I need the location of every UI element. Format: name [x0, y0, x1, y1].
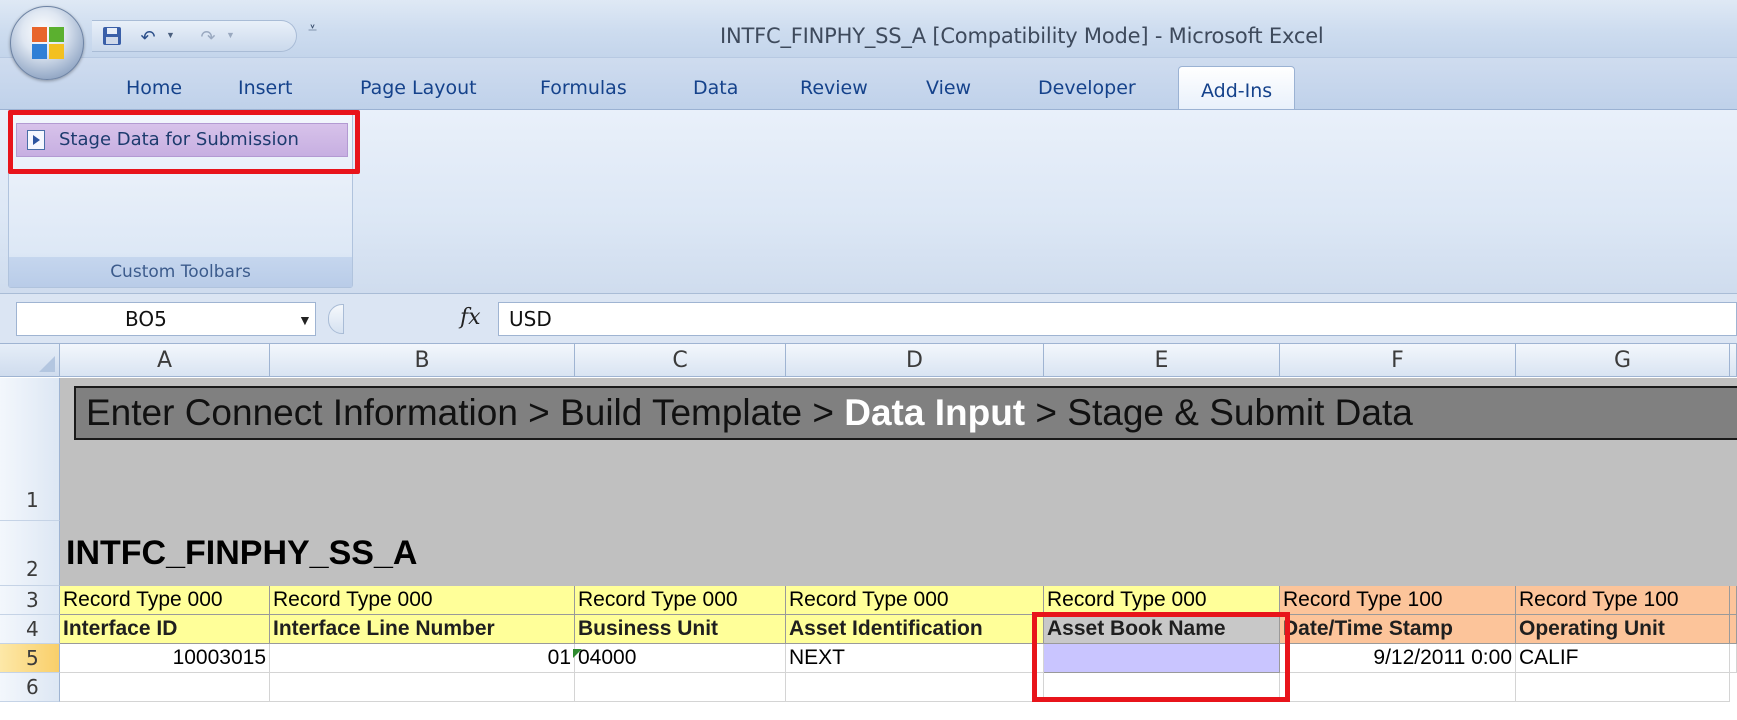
column-header-h[interactable]	[1730, 344, 1737, 377]
cell-a6[interactable]	[60, 673, 270, 702]
row-header-1[interactable]: 1	[0, 378, 60, 521]
cell-f6[interactable]	[1280, 673, 1516, 702]
tab-data[interactable]: Data	[693, 77, 738, 99]
cell-d4[interactable]: Asset Identification	[786, 615, 1044, 644]
cell-c4[interactable]: Business Unit	[575, 615, 786, 644]
highlight-box-stage-button	[8, 110, 360, 174]
tab-formulas[interactable]: Formulas	[540, 77, 627, 99]
cell-b3[interactable]: Record Type 000	[270, 586, 575, 615]
column-header-a[interactable]: A	[60, 344, 270, 377]
formula-input[interactable]: USD	[498, 302, 1737, 336]
column-header-f[interactable]: F	[1280, 344, 1516, 377]
row-header-5[interactable]: 5	[0, 644, 60, 673]
error-indicator-icon	[573, 649, 582, 658]
cell-d5[interactable]: NEXT	[786, 644, 1044, 673]
cell-c3[interactable]: Record Type 000	[575, 586, 786, 615]
cell-g5[interactable]: CALIF	[1516, 644, 1730, 673]
tab-home[interactable]: Home	[126, 77, 182, 99]
row-header-6[interactable]: 6	[0, 673, 60, 702]
tab-insert[interactable]: Insert	[238, 77, 293, 99]
cell-b5[interactable]: 01	[270, 644, 575, 673]
breadcrumb-steps-after: > Stage & Submit Data	[1025, 392, 1413, 433]
column-header-b[interactable]: B	[270, 344, 575, 377]
name-box[interactable]: BO5	[16, 302, 316, 336]
tab-add-ins[interactable]: Add-Ins	[1178, 66, 1296, 110]
insert-function-icon[interactable]: fx	[460, 305, 481, 330]
cell-g3[interactable]: Record Type 100	[1516, 586, 1730, 615]
cell-a4[interactable]: Interface ID	[60, 615, 270, 644]
row-header-2[interactable]: 2	[0, 521, 60, 586]
cell-d6[interactable]	[786, 673, 1044, 702]
redo-icon[interactable]: ↷	[196, 25, 220, 49]
cell-h4[interactable]	[1730, 615, 1737, 644]
cell-a5[interactable]: 10003015	[60, 644, 270, 673]
column-header-g[interactable]: G	[1516, 344, 1730, 377]
cell-g4[interactable]: Operating Unit	[1516, 615, 1730, 644]
row-header-3[interactable]: 3	[0, 586, 60, 615]
column-header-d[interactable]: D	[786, 344, 1044, 377]
cell-f4[interactable]: Date/Time Stamp	[1280, 615, 1516, 644]
column-header-e[interactable]: E	[1044, 344, 1280, 377]
breadcrumb-current-step: Data Input	[844, 392, 1026, 433]
tab-page-layout[interactable]: Page Layout	[360, 77, 477, 99]
cell-h5[interactable]	[1730, 644, 1737, 673]
office-logo-icon	[32, 27, 64, 59]
customize-qat-icon[interactable]: ⩡	[308, 20, 317, 38]
row-header-4[interactable]: 4	[0, 615, 60, 644]
formula-bar-splitter[interactable]	[328, 304, 344, 334]
window-title: INTFC_FINPHY_SS_A [Compatibility Mode] -…	[720, 24, 1324, 48]
undo-icon[interactable]: ↶	[136, 25, 160, 49]
cell-a3[interactable]: Record Type 000	[60, 586, 270, 615]
highlight-box-asset-book-name	[1032, 612, 1290, 702]
spreadsheet-grid: A B C D E F G 1 2 3 4 5 6 Enter Connect …	[0, 344, 1737, 720]
redo-dropdown-icon[interactable]: ▼	[226, 30, 235, 40]
tab-review[interactable]: Review	[800, 77, 868, 99]
cell-h3[interactable]	[1730, 586, 1737, 615]
breadcrumb-steps-before: Enter Connect Information > Build Templa…	[86, 392, 845, 433]
sheet-title: INTFC_FINPHY_SS_A	[66, 534, 418, 572]
cell-e3[interactable]: Record Type 000	[1044, 586, 1280, 615]
cell-g6[interactable]	[1516, 673, 1730, 702]
select-all-corner[interactable]	[0, 344, 60, 377]
tab-view[interactable]: View	[926, 77, 971, 99]
wizard-breadcrumb: Enter Connect Information > Build Templa…	[74, 386, 1737, 440]
save-icon[interactable]	[100, 25, 124, 49]
cell-b4[interactable]: Interface Line Number	[270, 615, 575, 644]
cell-d3[interactable]: Record Type 000	[786, 586, 1044, 615]
cell-b6[interactable]	[270, 673, 575, 702]
tab-developer[interactable]: Developer	[1038, 77, 1136, 99]
quick-access-toolbar: ↶ ▼ ↷ ▼	[92, 20, 297, 52]
cell-f3[interactable]: Record Type 100	[1280, 586, 1516, 615]
group-label: Custom Toolbars	[9, 257, 352, 287]
cell-c5[interactable]: 04000	[575, 644, 786, 673]
cell-f5[interactable]: 9/12/2011 0:00	[1280, 644, 1516, 673]
column-header-c[interactable]: C	[575, 344, 786, 377]
name-box-dropdown-icon[interactable]: ▼	[298, 312, 312, 328]
cell-c6[interactable]	[575, 673, 786, 702]
undo-dropdown-icon[interactable]: ▼	[166, 30, 175, 40]
office-button[interactable]	[10, 6, 84, 80]
formula-bar: BO5 ▼ fx USD	[0, 294, 1737, 344]
